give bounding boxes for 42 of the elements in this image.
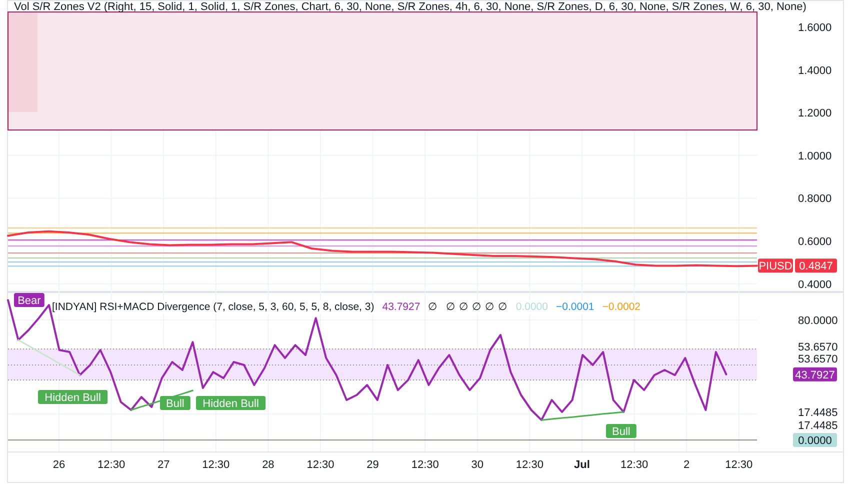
axis-label: 80.0000 bbox=[798, 315, 838, 328]
axis-label: 29 bbox=[366, 459, 379, 471]
axis-label: 53.6570 bbox=[798, 354, 838, 366]
axis-label: 12:30 bbox=[202, 459, 230, 471]
axis-label: 30 bbox=[471, 459, 484, 471]
axis-label: 12:30 bbox=[98, 459, 126, 471]
legend-value: 0.0000 bbox=[516, 300, 548, 314]
axis-label: 12:30 bbox=[620, 459, 648, 471]
axis-label: 26 bbox=[52, 459, 66, 471]
bull-signal-label: Hidden Bull bbox=[38, 390, 108, 404]
axis-label: 27 bbox=[157, 459, 170, 471]
indicator-legend: [INDYAN] RSI+MACD Divergence (7, close, 5, 3, 60, 5, 5, 8, close, 3) bbox=[52, 300, 374, 314]
bear-signal-label: Bear bbox=[14, 293, 44, 307]
divergence-line bbox=[18, 339, 81, 376]
bull-signal-label: Hidden Bull bbox=[196, 396, 266, 410]
axis-label: 1.4000 bbox=[798, 64, 832, 77]
value-tag: 43.7927 bbox=[793, 367, 837, 382]
axis-label: 17.4485 bbox=[798, 420, 838, 432]
legend-value: −0.0002 bbox=[602, 300, 640, 314]
bull-signal-label: Bull bbox=[160, 396, 190, 410]
axis-label: 2 bbox=[684, 459, 690, 471]
legend-value: −0.0001 bbox=[556, 300, 594, 314]
axis-label: 1.0000 bbox=[798, 150, 832, 162]
axis-label: 1.6000 bbox=[798, 22, 832, 34]
axis-label: 12:30 bbox=[411, 459, 439, 471]
value-tag: 0.0000 bbox=[793, 433, 837, 447]
axis-label: 0.4000 bbox=[798, 278, 832, 291]
price-tag: 0.4847 bbox=[795, 258, 837, 273]
indicator-legend: Vol S/R Zones V2 (Right, 15, Solid, 1, Solid, 1, S/R Zones, Chart, 6, 30, None, S/R Zones, 4h, 6, 30, None, S/R Zones, D, 6, 30, None, S/R Zones, W, 6, 30, None) bbox=[14, 1, 806, 13]
axis-label: 1.2000 bbox=[798, 108, 832, 120]
symbol-tag: PIUSD bbox=[758, 258, 793, 273]
axis-label: 12:30 bbox=[516, 459, 544, 471]
axis-label: 12:30 bbox=[725, 459, 753, 471]
axis-label: 28 bbox=[262, 459, 274, 471]
axis-label: 0.6000 bbox=[798, 236, 832, 248]
bull-signal-label: Bull bbox=[606, 424, 636, 438]
axis-label: Jul bbox=[574, 459, 590, 471]
axis-label: 0.8000 bbox=[798, 193, 832, 206]
axis-label: 12:30 bbox=[306, 459, 334, 471]
axis-label: 53.6570 bbox=[798, 342, 838, 354]
legend-value: ∅ ∅ ∅ ∅ ∅ bbox=[446, 300, 508, 314]
axis-label: 17.4485 bbox=[798, 406, 838, 419]
